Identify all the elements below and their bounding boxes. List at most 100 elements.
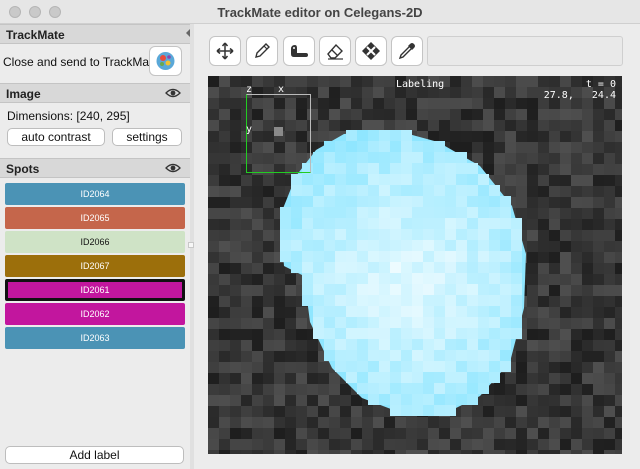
- clear-tool-button[interactable]: [355, 36, 387, 66]
- overview-box[interactable]: [246, 94, 311, 173]
- label-pixel: [313, 152, 324, 163]
- eraser-tool-button[interactable]: [319, 36, 351, 66]
- spot-item[interactable]: ID2064: [5, 183, 185, 205]
- label-pixel: [335, 163, 346, 174]
- trackmate-logo-icon: [156, 52, 175, 70]
- label-pixel: [390, 185, 401, 196]
- spot-item[interactable]: ID2061: [5, 279, 185, 301]
- label-pixel: [467, 317, 478, 328]
- close-send-button[interactable]: [149, 46, 182, 76]
- spots-section-header: Spots: [0, 158, 190, 178]
- label-pixel: [335, 185, 346, 196]
- label-pixel: [401, 372, 412, 383]
- label-pixel: [401, 273, 412, 284]
- label-pixel: [390, 306, 401, 317]
- label-pixel: [456, 306, 467, 317]
- label-pixel: [335, 174, 346, 185]
- label-pixel: [324, 328, 335, 339]
- label-pixel: [500, 284, 511, 295]
- label-pixel: [302, 207, 313, 218]
- label-pixel: [412, 207, 423, 218]
- spot-item[interactable]: ID2062: [5, 303, 185, 325]
- label-pixel: [434, 383, 445, 394]
- label-pixel: [500, 196, 511, 207]
- settings-button[interactable]: settings: [112, 128, 182, 146]
- label-pixel: [445, 372, 456, 383]
- label-pixel: [489, 207, 500, 218]
- label-pixel: [434, 405, 445, 416]
- label-pixel: [346, 284, 357, 295]
- eyedropper-tool-button[interactable]: [391, 36, 423, 66]
- label-pixel: [379, 350, 390, 361]
- label-pixel: [357, 361, 368, 372]
- spot-item[interactable]: ID2066: [5, 231, 185, 253]
- spot-item[interactable]: ID2063: [5, 327, 185, 349]
- label-pixel: [379, 383, 390, 394]
- label-pixel: [423, 163, 434, 174]
- label-pixel: [302, 262, 313, 273]
- divider-handle[interactable]: [188, 242, 194, 248]
- label-pixel: [478, 196, 489, 207]
- label-pixel: [313, 218, 324, 229]
- label-pixel: [511, 262, 522, 273]
- label-pixel: [368, 218, 379, 229]
- fill-tool-button[interactable]: [283, 36, 315, 66]
- label-pixel: [390, 196, 401, 207]
- label-pixel: [390, 174, 401, 185]
- label-pixel: [434, 196, 445, 207]
- label-pixel: [500, 306, 511, 317]
- add-label-button[interactable]: Add label: [5, 446, 184, 464]
- spot-item[interactable]: ID2065: [5, 207, 185, 229]
- label-pixel: [445, 350, 456, 361]
- label-pixel: [346, 174, 357, 185]
- label-pixel: [368, 240, 379, 251]
- label-pixel: [412, 152, 423, 163]
- label-pixel: [324, 284, 335, 295]
- label-pixel: [346, 361, 357, 372]
- move-tool-button[interactable]: [209, 36, 241, 66]
- label-pixel: [456, 262, 467, 273]
- label-pixel: [456, 207, 467, 218]
- label-pixel: [445, 251, 456, 262]
- label-pixel: [445, 295, 456, 306]
- label-pixel: [511, 273, 522, 284]
- pencil-tool-button[interactable]: [246, 36, 278, 66]
- label-pixel: [357, 295, 368, 306]
- label-pixel: [478, 328, 489, 339]
- label-pixel: [434, 350, 445, 361]
- label-pixel: [467, 361, 478, 372]
- label-pixel: [489, 306, 500, 317]
- label-pixel: [423, 350, 434, 361]
- tool-options-field[interactable]: [427, 36, 623, 66]
- spot-item[interactable]: ID2067: [5, 255, 185, 277]
- label-pixel: [379, 240, 390, 251]
- label-pixel: [379, 196, 390, 207]
- label-pixel: [445, 240, 456, 251]
- auto-contrast-button[interactable]: auto contrast: [7, 128, 105, 146]
- label-pixel: [368, 262, 379, 273]
- label-pixel: [357, 218, 368, 229]
- label-pixel: [423, 372, 434, 383]
- label-pixel: [467, 273, 478, 284]
- label-pixel: [445, 229, 456, 240]
- label-pixel: [478, 372, 489, 383]
- label-pixel: [434, 207, 445, 218]
- label-pixel: [335, 328, 346, 339]
- eye-icon[interactable]: [165, 162, 181, 174]
- label-pixel: [467, 306, 478, 317]
- label-pixel: [511, 328, 522, 339]
- label-pixel: [313, 163, 324, 174]
- label-pixel: [368, 339, 379, 350]
- label-pixel: [423, 229, 434, 240]
- label-pixel: [445, 207, 456, 218]
- label-pixel: [500, 273, 511, 284]
- label-pixel: [335, 295, 346, 306]
- label-pixel: [346, 185, 357, 196]
- label-pixel: [368, 251, 379, 262]
- eye-icon[interactable]: [165, 87, 181, 99]
- label-pixel: [291, 218, 302, 229]
- image-viewer[interactable]: z x y Labeling t = 0 27.8, 24.4: [208, 76, 622, 454]
- label-pixel: [368, 361, 379, 372]
- label-pixel: [324, 141, 335, 152]
- label-pixel: [357, 273, 368, 284]
